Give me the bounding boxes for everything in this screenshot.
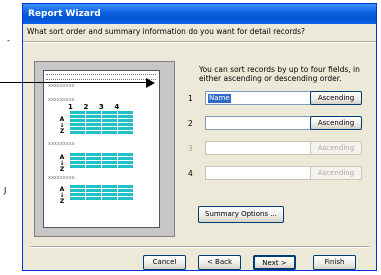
sort-field-4-value: [208, 169, 210, 178]
question-text: What sort order and summary information …: [27, 27, 306, 36]
illustration-cells: [70, 111, 133, 134]
cancel-button[interactable]: Cancel: [143, 255, 186, 270]
stray-mark-bottom: J: [4, 186, 7, 195]
footer-divider: [31, 246, 369, 248]
sort-row-number: 3: [188, 144, 193, 153]
column-number: 3: [98, 103, 104, 111]
next-button[interactable]: Next >: [253, 255, 296, 270]
sort-order-3-button[interactable]: Ascending: [310, 141, 362, 155]
sort-order-4-button[interactable]: Ascending: [310, 166, 362, 180]
sort-row-number: 4: [188, 169, 193, 178]
illustration-cells: [70, 153, 133, 168]
arrow-right-icon: [146, 78, 155, 88]
sort-field-3-value: [208, 144, 210, 153]
finish-button[interactable]: Finish: [313, 255, 356, 270]
window-title: Report Wizard: [23, 4, 376, 24]
sort-row-number: 1: [188, 94, 193, 103]
header-divider: [23, 41, 376, 43]
illustration-placeholder: xxxxxxxxx: [48, 83, 75, 89]
sort-az-icon: A ↓ Z: [59, 154, 65, 173]
summary-options-button[interactable]: Summary Options ...: [198, 206, 284, 223]
illustration-cells: [70, 185, 133, 200]
sort-order-1-button[interactable]: Ascending: [310, 91, 362, 105]
sort-description: You can sort records by up to four field…: [199, 65, 360, 83]
illustration-placeholder: xxxxxxxxx: [48, 175, 75, 181]
illustration-column-numbers: 1 2 3 4: [68, 103, 127, 111]
sort-row-number: 2: [188, 119, 193, 128]
column-number: 1: [68, 103, 73, 111]
back-button[interactable]: < Back: [198, 255, 241, 270]
illustration-placeholder: xxxxxxxxx: [48, 141, 75, 147]
illustration-page: xxxxxxxxx xxxxxxxxx 1 2 3 4 A ↓ Z xxxxxx…: [43, 70, 160, 228]
illustration-rule: [46, 74, 156, 78]
column-number: 2: [83, 103, 89, 111]
sort-field-1-value: Name: [208, 94, 231, 103]
sort-order-2-button[interactable]: Ascending: [310, 116, 362, 130]
callout-arrow-line: [0, 82, 148, 83]
stray-mark-top: -: [7, 36, 10, 45]
report-wizard-window: Report Wizard What sort order and summar…: [22, 3, 377, 271]
sort-az-icon: A ↓ Z: [59, 186, 65, 205]
column-number: 4: [114, 103, 120, 111]
sort-field-2-value: [208, 119, 210, 128]
sort-az-icon: A ↓ Z: [59, 116, 65, 135]
